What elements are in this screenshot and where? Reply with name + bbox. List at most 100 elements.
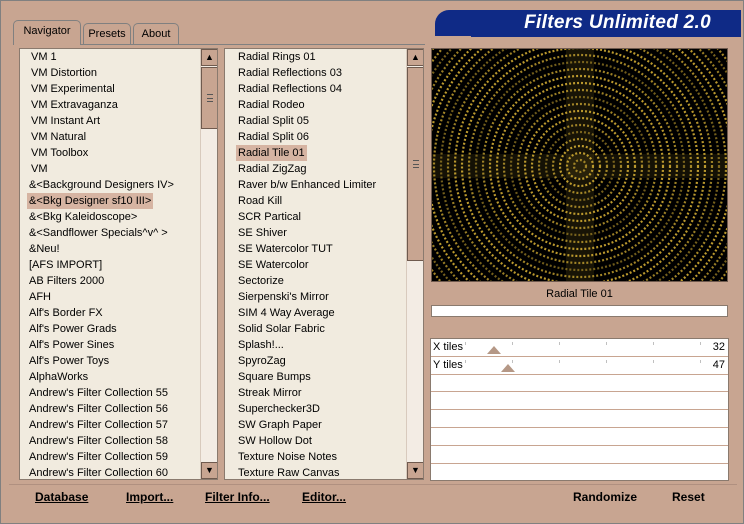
filter-item[interactable]: SCR Partical bbox=[225, 209, 405, 225]
filter-item[interactable]: Square Bumps bbox=[225, 369, 405, 385]
filter-item[interactable]: Superchecker3D bbox=[225, 401, 405, 417]
slider-tick bbox=[559, 359, 560, 363]
filter-item-label: Solid Solar Fabric bbox=[238, 323, 325, 335]
database-button[interactable]: Database bbox=[35, 489, 88, 505]
category-item[interactable]: VM 1 bbox=[20, 49, 199, 65]
randomize-button[interactable]: Randomize bbox=[573, 489, 637, 505]
filter-item[interactable]: SE Watercolor bbox=[225, 257, 405, 273]
category-item[interactable]: Andrew's Filter Collection 56 bbox=[20, 401, 199, 417]
category-item[interactable]: VM Distortion bbox=[20, 65, 199, 81]
filter-item[interactable]: SpyroZag bbox=[225, 353, 405, 369]
filter-item[interactable]: Sierpenski's Mirror bbox=[225, 289, 405, 305]
tab-presets[interactable]: Presets bbox=[83, 23, 131, 44]
category-item[interactable]: [AFS IMPORT] bbox=[20, 257, 199, 273]
filter-item-label: Radial ZigZag bbox=[238, 163, 307, 175]
category-item-label: AlphaWorks bbox=[29, 371, 89, 383]
filter-item-label: Texture Noise Notes bbox=[238, 451, 338, 463]
filter-item[interactable]: Road Kill bbox=[225, 193, 405, 209]
category-item[interactable]: Andrew's Filter Collection 59 bbox=[20, 449, 199, 465]
category-item[interactable]: VM Extravaganza bbox=[20, 97, 199, 113]
category-item[interactable]: AFH bbox=[20, 289, 199, 305]
category-item[interactable]: VM Natural bbox=[20, 129, 199, 145]
tab-about[interactable]: About bbox=[133, 23, 179, 44]
filter-item[interactable]: Sectorize bbox=[225, 273, 405, 289]
filter-item[interactable]: Radial Split 05 bbox=[225, 113, 405, 129]
category-item[interactable]: VM Instant Art bbox=[20, 113, 199, 129]
scroll-thumb[interactable] bbox=[407, 67, 423, 261]
category-item[interactable]: Andrew's Filter Collection 57 bbox=[20, 417, 199, 433]
category-item-label: Andrew's Filter Collection 55 bbox=[29, 387, 169, 399]
filter-item[interactable]: Radial Rodeo bbox=[225, 97, 405, 113]
category-item[interactable]: Andrew's Filter Collection 60 bbox=[20, 465, 199, 479]
category-scrollbar[interactable]: ▲ ▼ bbox=[200, 49, 217, 479]
filter-item[interactable]: Radial ZigZag bbox=[225, 161, 405, 177]
progress-bar bbox=[431, 305, 728, 317]
filter-item[interactable]: SIM 4 Way Average bbox=[225, 305, 405, 321]
editor-button[interactable]: Editor... bbox=[302, 489, 346, 505]
category-item-label: Andrew's Filter Collection 56 bbox=[29, 403, 169, 415]
param-row[interactable]: Y tiles 47 bbox=[431, 357, 728, 375]
import-button[interactable]: Import... bbox=[126, 489, 173, 505]
category-item[interactable]: AB Filters 2000 bbox=[20, 273, 199, 289]
category-item[interactable]: VM Experimental bbox=[20, 81, 199, 97]
filter-item-label: Sectorize bbox=[238, 275, 284, 287]
filter-item[interactable]: Raver b/w Enhanced Limiter bbox=[225, 177, 405, 193]
filter-item[interactable]: Texture Raw Canvas bbox=[225, 465, 405, 479]
param-slider-track[interactable] bbox=[465, 357, 701, 374]
filter-item[interactable]: Radial Split 06 bbox=[225, 129, 405, 145]
filter-item[interactable]: Texture Noise Notes bbox=[225, 449, 405, 465]
filter-item[interactable]: Radial Reflections 03 bbox=[225, 65, 405, 81]
category-item[interactable]: &Neu! bbox=[20, 241, 199, 257]
category-item[interactable]: Alf's Border FX bbox=[20, 305, 199, 321]
category-item[interactable]: Alf's Power Sines bbox=[20, 337, 199, 353]
category-item-label: &<Bkg Designer sf10 III> bbox=[27, 193, 154, 209]
category-item-label: Alf's Border FX bbox=[29, 307, 103, 319]
slider-tick bbox=[465, 342, 466, 345]
category-item[interactable]: &<Bkg Designer sf10 III> bbox=[20, 193, 199, 209]
category-item[interactable]: Andrew's Filter Collection 58 bbox=[20, 433, 199, 449]
filter-item[interactable]: Radial Reflections 04 bbox=[225, 81, 405, 97]
radial-pattern-image bbox=[432, 49, 727, 281]
category-item[interactable]: Alf's Power Grads bbox=[20, 321, 199, 337]
filter-item[interactable]: Streak Mirror bbox=[225, 385, 405, 401]
filter-item[interactable]: Solid Solar Fabric bbox=[225, 321, 405, 337]
param-row[interactable]: X tiles 32 bbox=[431, 339, 728, 357]
category-item[interactable]: VM Toolbox bbox=[20, 145, 199, 161]
filter-item[interactable]: Radial Tile 01 bbox=[225, 145, 405, 161]
param-label: Y tiles bbox=[433, 358, 463, 371]
scroll-up-button[interactable]: ▲ bbox=[201, 49, 217, 66]
category-item[interactable]: VM bbox=[20, 161, 199, 177]
filter-item-label: SW Hollow Dot bbox=[238, 435, 312, 447]
filter-item-label: Radial Rodeo bbox=[238, 99, 305, 111]
filter-item-label: Radial Tile 01 bbox=[236, 145, 307, 161]
category-item-label: Andrew's Filter Collection 58 bbox=[29, 435, 169, 447]
filter-item[interactable]: Splash!... bbox=[225, 337, 405, 353]
filter-list[interactable]: Radial Rings 01 Radial Reflections 03 Radi… bbox=[224, 48, 424, 480]
scroll-up-button[interactable]: ▲ bbox=[407, 49, 423, 66]
param-slider-track[interactable] bbox=[465, 339, 701, 356]
filter-item[interactable]: SE Shiver bbox=[225, 225, 405, 241]
filter-item[interactable]: SE Watercolor TUT bbox=[225, 241, 405, 257]
category-item[interactable]: &<Sandflower Specials^v^ > bbox=[20, 225, 199, 241]
reset-button[interactable]: Reset bbox=[672, 489, 705, 505]
scroll-down-button[interactable]: ▼ bbox=[407, 462, 423, 479]
scroll-down-button[interactable]: ▼ bbox=[201, 462, 217, 479]
param-slider-thumb[interactable] bbox=[501, 363, 516, 372]
filter-item[interactable]: SW Hollow Dot bbox=[225, 433, 405, 449]
category-item[interactable]: &<Bkg Kaleidoscope> bbox=[20, 209, 199, 225]
category-item-label: VM Toolbox bbox=[31, 147, 89, 159]
category-item[interactable]: AlphaWorks bbox=[20, 369, 199, 385]
category-item[interactable]: Alf's Power Toys bbox=[20, 353, 199, 369]
filter-info-button[interactable]: Filter Info... bbox=[205, 489, 270, 505]
scroll-thumb[interactable] bbox=[201, 67, 217, 129]
slider-tick bbox=[512, 359, 513, 363]
filter-item[interactable]: Radial Rings 01 bbox=[225, 49, 405, 65]
category-list[interactable]: VM 1 VM Distortion VM Experimental VM Extra… bbox=[19, 48, 218, 480]
category-item[interactable]: &<Background Designers IV> bbox=[20, 177, 199, 193]
category-item[interactable]: Andrew's Filter Collection 55 bbox=[20, 385, 199, 401]
filter-item-label: Radial Split 06 bbox=[238, 131, 309, 143]
filter-item[interactable]: SW Graph Paper bbox=[225, 417, 405, 433]
tab-navigator[interactable]: Navigator bbox=[13, 20, 81, 45]
filter-scrollbar[interactable]: ▲ ▼ bbox=[406, 49, 423, 479]
param-slider-thumb[interactable] bbox=[487, 346, 502, 354]
